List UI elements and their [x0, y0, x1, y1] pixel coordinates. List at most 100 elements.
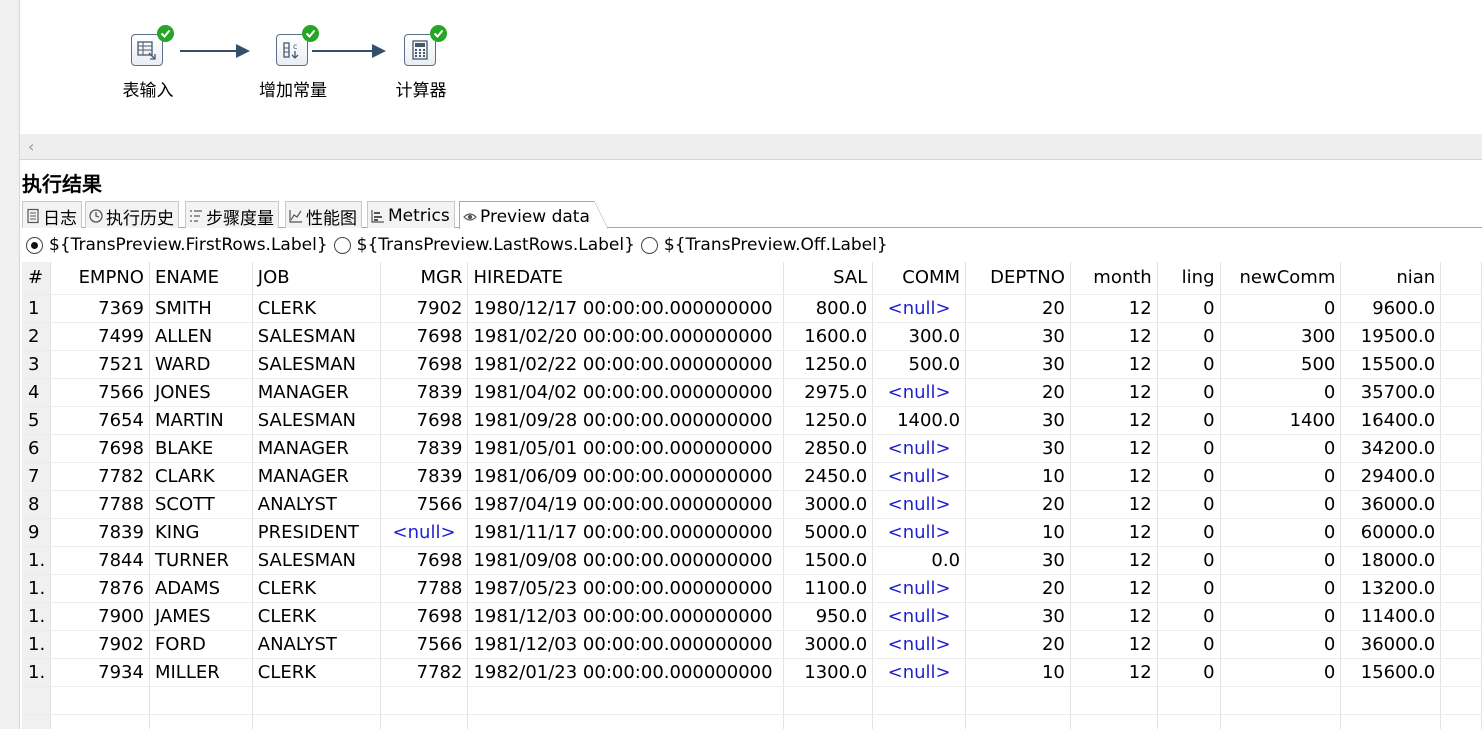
radio-first-rows[interactable]: ${TransPreview.FirstRows.Label} — [26, 235, 328, 255]
table-row[interactable]: 1. 7876 ADAMS CLERK 7788 1987/05/23 00:00:00.… — [22, 574, 1482, 603]
tab-step-metrics[interactable]: 步骤度量 — [185, 201, 279, 229]
radio-label: ${TransPreview.LastRows.Label} — [356, 235, 635, 255]
table-cell — [1157, 714, 1221, 729]
step-label: 计算器 — [395, 81, 447, 101]
table-row[interactable]: 5 7654 MARTIN SALESMAN 7698 1981/09/28 00:00:… — [22, 406, 1482, 435]
table-cell: <null> — [872, 434, 967, 463]
tab-label: Metrics — [388, 206, 450, 226]
hop-arrow[interactable] — [312, 44, 386, 58]
table-row[interactable]: 1. 7900 JAMES CLERK 7698 1981/12/03 00:00:00.… — [22, 602, 1482, 631]
table-cell: 0 — [1220, 546, 1342, 575]
table-cell: 12 — [1070, 294, 1158, 323]
table-cell: 1300.0 — [783, 658, 874, 687]
row-number-cell: 9 — [22, 518, 52, 547]
transformation-canvas[interactable]: 表输入 c 增加常量 计算器 — [20, 0, 1482, 134]
table-cell: <null> — [872, 378, 967, 407]
table-cell: 7499 — [50, 322, 150, 351]
table-cell: <null> — [872, 658, 967, 687]
table-cell: 0 — [1157, 294, 1221, 323]
table-cell: 19500.0 — [1340, 322, 1442, 351]
table-row[interactable]: 9 7839 KING PRESIDENT <null> 1981/11/17 00:00… — [22, 518, 1482, 547]
column-header[interactable]: month — [1070, 262, 1158, 295]
radio-last-rows[interactable]: ${TransPreview.LastRows.Label} — [333, 235, 635, 255]
table-row[interactable]: 2 7499 ALLEN SALESMAN 7698 1981/02/20 00:00:0… — [22, 322, 1482, 351]
preview-data-table[interactable]: # EMPNO ENAME JOB MGR HIREDATE SAL COMM DEPTNO mo… — [22, 262, 1482, 729]
column-header[interactable]: newComm — [1220, 262, 1342, 295]
history-icon — [89, 209, 103, 223]
column-header[interactable]: JOB — [252, 262, 381, 295]
table-cell: 7934 — [50, 658, 150, 687]
column-header[interactable]: SAL — [783, 262, 874, 295]
table-row[interactable]: 8 7788 SCOTT ANALYST 7566 1987/04/19 00:00:00… — [22, 490, 1482, 519]
table-cell: 0 — [1220, 378, 1342, 407]
table-cell: 7902 — [50, 630, 150, 659]
table-cell: 1987/05/23 00:00:00.000000000 — [467, 574, 785, 603]
table-cell: <null> — [872, 462, 967, 491]
table-cell: 7788 — [380, 574, 469, 603]
column-header[interactable]: COMM — [872, 262, 967, 295]
table-row[interactable]: 7 7782 CLARK MANAGER 7839 1981/06/09 00:00:00… — [22, 462, 1482, 491]
row-number-cell: 1 — [22, 294, 52, 323]
table-cell: 5000.0 — [783, 518, 874, 547]
table-cell: 1600.0 — [783, 322, 874, 351]
row-number-cell: 7 — [22, 462, 52, 491]
table-cell: PRESIDENT — [252, 518, 381, 547]
step-label: 表输入 — [122, 81, 174, 101]
column-header[interactable]: EMPNO — [50, 262, 150, 295]
hop-arrow[interactable] — [180, 44, 250, 58]
tab-history[interactable]: 执行历史 — [85, 201, 179, 229]
filler-cell — [1440, 658, 1482, 687]
table-cell: 7698 — [380, 350, 469, 379]
column-header[interactable]: nian — [1340, 262, 1442, 295]
filler-cell — [1440, 378, 1482, 407]
tab-preview-data[interactable]: Preview data — [459, 201, 608, 229]
table-row[interactable]: 1. 7934 MILLER CLERK 7782 1982/01/23 00:00:00… — [22, 658, 1482, 687]
table-cell — [1340, 714, 1442, 729]
table-row[interactable]: 1. 7902 FORD ANALYST 7566 1981/12/03 00:00:00… — [22, 630, 1482, 659]
table-cell: JAMES — [149, 602, 253, 631]
column-header[interactable]: HIREDATE — [467, 262, 785, 295]
filler-cell — [1440, 602, 1482, 631]
table-cell: 15600.0 — [1340, 658, 1442, 687]
table-cell: 7839 — [380, 462, 469, 491]
tab-label: 执行历史 — [106, 208, 174, 229]
table-row[interactable]: 6 7698 BLAKE MANAGER 7839 1981/05/01 00:00:00… — [22, 434, 1482, 463]
step-metrics-icon — [190, 210, 202, 222]
table-row[interactable]: 4 7566 JONES MANAGER 7839 1981/04/02 00:00:00… — [22, 378, 1482, 407]
radio-indicator[interactable] — [333, 236, 351, 254]
row-number-header[interactable]: # — [22, 262, 52, 295]
tab-metrics[interactable]: Metrics — [367, 201, 455, 228]
column-header[interactable]: DEPTNO — [965, 262, 1071, 295]
table-cell: 3000.0 — [783, 490, 874, 519]
table-cell: 1400.0 — [872, 406, 967, 435]
radio-indicator[interactable] — [640, 236, 658, 254]
tab-log[interactable]: 日志 — [22, 201, 82, 229]
radio-selected-indicator[interactable] — [26, 236, 43, 254]
radio-off[interactable]: ${TransPreview.Off.Label} — [640, 235, 888, 255]
table-cell: KING — [149, 518, 253, 547]
table-cell: 1981/05/01 00:00:00.000000000 — [467, 434, 785, 463]
table-cell: SALESMAN — [252, 322, 381, 351]
tab-label: 步骤度量 — [206, 208, 274, 229]
table-cell: 1981/12/03 00:00:00.000000000 — [467, 602, 785, 631]
table-cell — [380, 686, 469, 715]
tab-performance-chart[interactable]: 性能图 — [285, 201, 362, 229]
table-cell: 0 — [1220, 658, 1342, 687]
table-cell: 1981/09/28 00:00:00.000000000 — [467, 406, 785, 435]
column-header[interactable]: ling — [1157, 262, 1221, 295]
table-cell: 1987/04/19 00:00:00.000000000 — [467, 490, 785, 519]
table-cell: 12 — [1070, 490, 1158, 519]
canvas-horizontal-scrollbar[interactable]: ‹ — [20, 134, 1482, 160]
table-row[interactable]: 3 7521 WARD SALESMAN 7698 1981/02/22 00:00:00… — [22, 350, 1482, 379]
table-row[interactable]: 1 7369 SMITH CLERK 7902 1980/12/17 00:00:00.0… — [22, 294, 1482, 323]
table-cell — [380, 714, 469, 729]
column-header[interactable]: ENAME — [149, 262, 253, 295]
scroll-left-icon[interactable]: ‹ — [28, 137, 34, 156]
table-cell: 30 — [965, 602, 1071, 631]
column-header[interactable]: MGR — [380, 262, 469, 295]
table-cell: 7698 — [380, 602, 469, 631]
table-cell: 30 — [965, 546, 1071, 575]
table-row[interactable]: 1. 7844 TURNER SALESMAN 7698 1981/09/08 00:00… — [22, 546, 1482, 575]
table-cell: 950.0 — [783, 602, 874, 631]
table-cell: <null> — [380, 518, 469, 547]
